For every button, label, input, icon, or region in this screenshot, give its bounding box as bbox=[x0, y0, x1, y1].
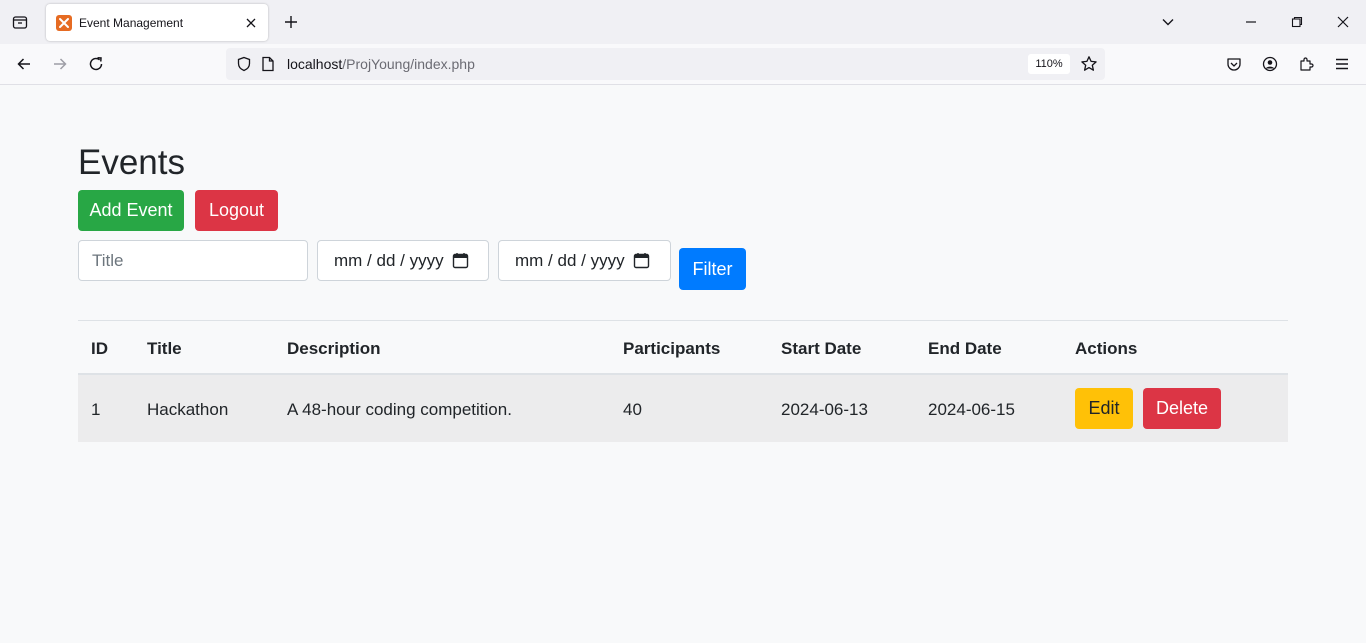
menu-hamburger-icon[interactable] bbox=[1330, 52, 1354, 76]
edit-button[interactable]: Edit bbox=[1075, 388, 1133, 429]
table-row: 1 Hackathon A 48-hour coding competition… bbox=[78, 375, 1288, 442]
column-header-id: ID bbox=[91, 339, 108, 358]
cell-end-date: 2024-06-15 bbox=[928, 400, 1015, 419]
column-header-actions: Actions bbox=[1075, 339, 1138, 358]
forward-arrow-icon[interactable] bbox=[48, 52, 72, 76]
bookmark-star-icon[interactable] bbox=[1077, 52, 1101, 76]
column-header-end-date: End Date bbox=[928, 339, 1002, 358]
column-header-description: Description bbox=[287, 339, 381, 358]
cell-id: 1 bbox=[91, 400, 101, 419]
column-header-participants: Participants bbox=[623, 339, 721, 358]
tab-title: Event Management bbox=[79, 15, 184, 30]
back-arrow-icon[interactable] bbox=[12, 52, 36, 76]
column-header-title: Title bbox=[147, 339, 182, 358]
cell-description: A 48-hour coding competition. bbox=[287, 400, 512, 419]
start-date-placeholder: mm / dd / yyyy bbox=[334, 250, 444, 270]
list-all-tabs-icon[interactable] bbox=[1156, 10, 1180, 34]
end-date-input[interactable]: mm / dd / yyyy bbox=[498, 240, 671, 281]
add-event-button[interactable]: Add Event bbox=[78, 190, 184, 231]
browser-tab-bar: Event Management bbox=[0, 0, 1366, 44]
url-text[interactable]: localhost/ProjYoung/index.php bbox=[287, 56, 475, 72]
zoom-level-badge[interactable]: 110% bbox=[1028, 54, 1070, 74]
end-date-placeholder: mm / dd / yyyy bbox=[515, 250, 625, 270]
reload-icon[interactable] bbox=[84, 52, 108, 76]
pocket-icon[interactable] bbox=[1222, 52, 1246, 76]
account-icon[interactable] bbox=[1258, 52, 1282, 76]
xampp-favicon-icon bbox=[56, 14, 72, 31]
column-header-start-date: Start Date bbox=[781, 339, 862, 358]
new-tab-icon[interactable] bbox=[279, 10, 303, 34]
restore-icon[interactable] bbox=[1285, 10, 1309, 34]
page-info-icon[interactable] bbox=[258, 52, 278, 76]
calendar-icon[interactable] bbox=[452, 252, 470, 270]
start-date-input[interactable]: mm / dd / yyyy bbox=[317, 240, 489, 281]
tab-list-icon[interactable] bbox=[8, 11, 32, 33]
cell-start-date: 2024-06-13 bbox=[781, 400, 868, 419]
logout-button[interactable]: Logout bbox=[195, 190, 278, 231]
minimize-icon[interactable] bbox=[1239, 10, 1263, 34]
extensions-puzzle-icon[interactable] bbox=[1294, 52, 1318, 76]
title-filter-input[interactable] bbox=[78, 240, 308, 281]
browser-nav-bar: localhost/ProjYoung/index.php 110% bbox=[0, 44, 1366, 85]
cell-title: Hackathon bbox=[147, 400, 229, 419]
url-path: /ProjYoung/index.php bbox=[342, 56, 475, 72]
delete-button[interactable]: Delete bbox=[1143, 388, 1221, 429]
close-window-icon[interactable] bbox=[1331, 10, 1355, 34]
page-title: Events bbox=[78, 143, 185, 182]
filter-button[interactable]: Filter bbox=[679, 248, 746, 290]
calendar-icon[interactable] bbox=[633, 252, 651, 270]
url-host: localhost bbox=[287, 56, 343, 72]
events-table: ID Title Description Participants Start … bbox=[78, 320, 1288, 442]
address-bar[interactable]: localhost/ProjYoung/index.php 110% bbox=[226, 48, 1105, 80]
table-header-row: ID Title Description Participants Start … bbox=[78, 321, 1288, 375]
browser-tab-active[interactable]: Event Management bbox=[46, 4, 268, 41]
close-tab-icon[interactable] bbox=[239, 11, 263, 35]
tracking-protection-shield-icon[interactable] bbox=[232, 52, 256, 76]
cell-participants: 40 bbox=[623, 400, 642, 419]
